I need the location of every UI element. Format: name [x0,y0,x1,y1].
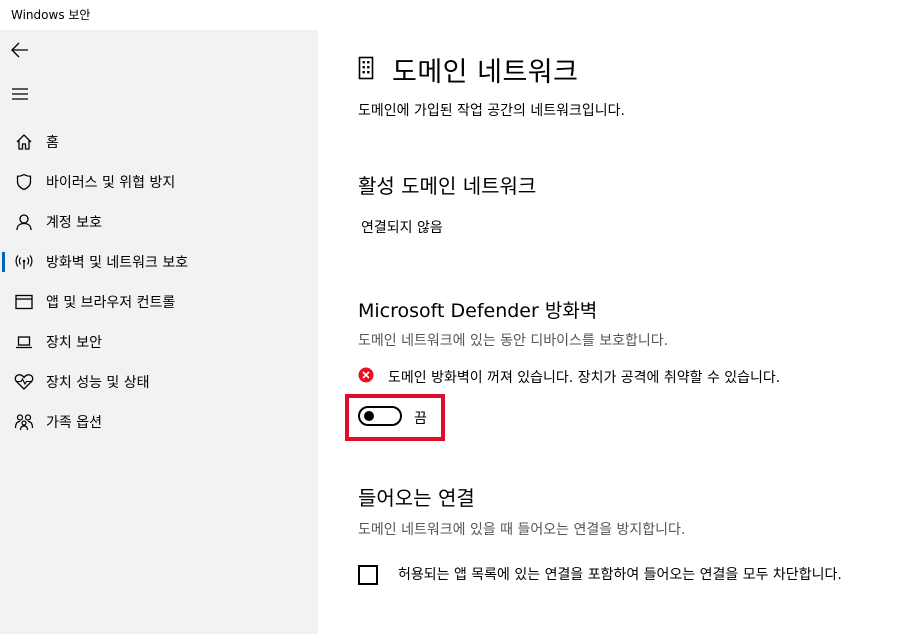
sidebar-item-label: 앱 및 브라우저 컨트롤 [46,295,176,311]
sidebar-item-label: 홈 [46,135,59,151]
page-header: 도메인 네트워크 [358,50,578,89]
sidebar-item-label: 장치 보안 [46,335,102,351]
block-all-checkbox-label: 허용되는 앱 목록에 있는 연결을 포함하여 들어오는 연결을 모두 차단합니다… [398,567,842,583]
back-button[interactable] [0,30,40,70]
active-networks-value: 연결되지 않음 [361,220,443,236]
building-icon [358,56,374,84]
sidebar-item-firewall[interactable]: 방화벽 및 네트워크 보호 [0,242,318,282]
page-description: 도메인에 가입된 작업 공간의 네트워크입니다. [358,103,625,119]
window-title: Windows 보안 [11,8,91,22]
warning-text: 도메인 방화벽이 꺼져 있습니다. 장치가 공격에 취약할 수 있습니다. [388,370,781,386]
home-icon [0,133,46,151]
main-content: 도메인 네트워크 도메인에 가입된 작업 공간의 네트워크입니다. 활성 도메인… [318,30,911,634]
wifi-antenna-icon [0,253,46,271]
heart-pulse-icon [0,373,46,391]
sidebar-item-label: 방화벽 및 네트워크 보호 [46,255,189,271]
toggle-knob [364,411,374,421]
sidebar-item-device-performance[interactable]: 장치 성능 및 상태 [0,362,318,402]
hamburger-menu-icon [12,88,28,100]
firewall-toggle[interactable] [358,406,402,426]
sidebar-item-home[interactable]: 홈 [0,122,318,162]
laptop-icon [0,334,46,350]
firewall-heading: Microsoft Defender 방화벽 [358,300,598,322]
block-all-checkbox[interactable] [358,565,378,585]
active-networks-heading: 활성 도메인 네트워크 [358,174,537,198]
firewall-description: 도메인 네트워크에 있는 동안 디바이스를 보호합니다. [358,333,669,349]
app-window-icon [0,294,46,310]
sidebar-item-app-browser-control[interactable]: 앱 및 브라우저 컨트롤 [0,282,318,322]
toggle-state-label: 끔 [414,411,427,427]
sidebar-item-virus-protection[interactable]: 바이러스 및 위협 방지 [0,162,318,202]
sidebar-item-label: 장치 성능 및 상태 [46,375,150,391]
sidebar-item-family-options[interactable]: 가족 옵션 [0,402,318,442]
sidebar-item-label: 바이러스 및 위협 방지 [46,175,176,191]
sidebar: 홈 바이러스 및 위협 방지 계정 보호 방화벽 및 네트워크 보호 앱 및 브… [0,30,318,634]
page-title: 도메인 네트워크 [392,57,579,88]
shield-icon [0,173,46,191]
incoming-connections-description: 도메인 네트워크에 있을 때 들어오는 연결을 방지합니다. [358,522,686,538]
menu-button[interactable] [0,74,40,114]
firewall-warning: 도메인 방화벽이 꺼져 있습니다. 장치가 공격에 취약할 수 있습니다. [358,367,780,387]
sidebar-item-label: 가족 옵션 [46,415,102,431]
back-arrow-icon [11,42,28,58]
title-bar: Windows 보안 [0,0,911,30]
sidebar-item-account-protection[interactable]: 계정 보호 [0,202,318,242]
incoming-connections-heading: 들어오는 연결 [358,486,475,510]
family-icon [0,413,46,431]
sidebar-item-label: 계정 보호 [46,215,102,231]
sidebar-item-device-security[interactable]: 장치 보안 [0,322,318,362]
person-icon [0,213,46,231]
error-x-icon [358,367,374,387]
